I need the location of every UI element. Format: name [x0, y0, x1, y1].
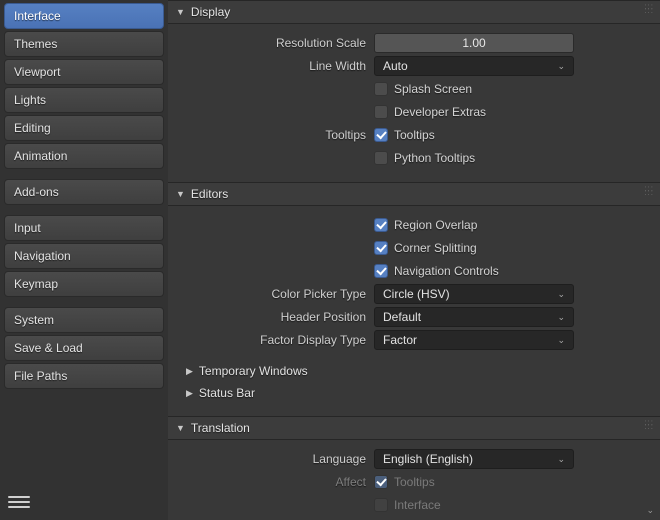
- subpanel-status-bar[interactable]: ▶ Status Bar: [178, 382, 650, 404]
- developer-extras-checkbox[interactable]: [374, 105, 388, 119]
- color-picker-select[interactable]: Circle (HSV) ⌄: [374, 284, 574, 304]
- scroll-down-icon[interactable]: ⌄: [646, 505, 654, 516]
- panel-body-translation: Language English (English) ⌄ Affect Toolt…: [168, 440, 660, 520]
- language-label: Language: [178, 452, 374, 466]
- resolution-scale-label: Resolution Scale: [178, 36, 374, 50]
- subpanel-title: Temporary Windows: [199, 364, 308, 378]
- subpanel-temporary-windows[interactable]: ▶ Temporary Windows: [178, 360, 650, 382]
- panel-title: Editors: [191, 187, 228, 201]
- panel-body-display: Resolution Scale 1.00 Line Width Auto ⌄ S…: [168, 24, 660, 182]
- region-overlap-checkbox[interactable]: [374, 218, 388, 232]
- line-width-select[interactable]: Auto ⌄: [374, 56, 574, 76]
- panel-drag-grip-icon[interactable]: ::::::: [644, 5, 654, 13]
- preferences-main: ▼ Display :::::: Resolution Scale 1.00 L…: [168, 0, 660, 520]
- language-select[interactable]: English (English) ⌄: [374, 449, 574, 469]
- line-width-value: Auto: [383, 59, 408, 73]
- chevron-down-icon: ⌄: [557, 312, 565, 323]
- corner-splitting-checkbox[interactable]: [374, 241, 388, 255]
- sidebar-item-keymap[interactable]: Keymap: [4, 271, 164, 297]
- disclosure-right-icon: ▶: [186, 388, 193, 399]
- panel-title: Display: [191, 5, 230, 19]
- color-picker-label: Color Picker Type: [178, 287, 374, 301]
- header-position-value: Default: [383, 310, 421, 324]
- sidebar-item-file-paths[interactable]: File Paths: [4, 363, 164, 389]
- chevron-down-icon: ⌄: [557, 335, 565, 346]
- tooltips-checkbox[interactable]: [374, 128, 388, 142]
- sidebar-item-addons[interactable]: Add-ons: [4, 179, 164, 205]
- chevron-down-icon: ⌄: [557, 61, 565, 72]
- corner-splitting-label: Corner Splitting: [394, 241, 477, 255]
- language-value: English (English): [383, 452, 473, 466]
- navigation-controls-checkbox[interactable]: [374, 264, 388, 278]
- factor-display-value: Factor: [383, 333, 417, 347]
- tooltips-row-label: Tooltips: [178, 128, 374, 142]
- panel-title: Translation: [191, 421, 250, 435]
- splash-screen-checkbox[interactable]: [374, 82, 388, 96]
- subpanel-title: Status Bar: [199, 386, 255, 400]
- disclosure-right-icon: ▶: [186, 366, 193, 377]
- region-overlap-label: Region Overlap: [394, 218, 477, 232]
- panel-body-editors: Region Overlap Corner Splitting Navigati…: [168, 206, 660, 416]
- panel-header-translation[interactable]: ▼ Translation ::::::: [168, 416, 660, 440]
- sidebar-item-system[interactable]: System: [4, 307, 164, 333]
- disclosure-down-icon: ▼: [176, 7, 185, 17]
- navigation-controls-label: Navigation Controls: [394, 264, 499, 278]
- sidebar-item-interface[interactable]: Interface: [4, 3, 164, 29]
- affect-tooltips-checkbox: [374, 475, 388, 489]
- panel-drag-grip-icon[interactable]: ::::::: [644, 421, 654, 429]
- sidebar-item-navigation[interactable]: Navigation: [4, 243, 164, 269]
- color-picker-value: Circle (HSV): [383, 287, 450, 301]
- sidebar-item-lights[interactable]: Lights: [4, 87, 164, 113]
- disclosure-down-icon: ▼: [176, 189, 185, 199]
- factor-display-select[interactable]: Factor ⌄: [374, 330, 574, 350]
- tooltips-label: Tooltips: [394, 128, 435, 142]
- developer-extras-label: Developer Extras: [394, 105, 486, 119]
- preferences-sidebar: Interface Themes Viewport Lights Editing…: [0, 0, 168, 520]
- disclosure-down-icon: ▼: [176, 423, 185, 433]
- header-position-label: Header Position: [178, 310, 374, 324]
- panel-header-editors[interactable]: ▼ Editors ::::::: [168, 182, 660, 206]
- affect-label: Affect: [178, 475, 374, 489]
- affect-interface-label: Interface: [394, 498, 441, 512]
- sidebar-item-editing[interactable]: Editing: [4, 115, 164, 141]
- resolution-scale-field[interactable]: 1.00: [374, 33, 574, 53]
- panel-header-display[interactable]: ▼ Display ::::::: [168, 0, 660, 24]
- header-position-select[interactable]: Default ⌄: [374, 307, 574, 327]
- chevron-down-icon: ⌄: [557, 454, 565, 465]
- splash-screen-label: Splash Screen: [394, 82, 472, 96]
- line-width-label: Line Width: [178, 59, 374, 73]
- affect-interface-checkbox: [374, 498, 388, 512]
- sidebar-item-viewport[interactable]: Viewport: [4, 59, 164, 85]
- hamburger-icon[interactable]: [8, 491, 30, 513]
- python-tooltips-label: Python Tooltips: [394, 151, 475, 165]
- sidebar-item-save-load[interactable]: Save & Load: [4, 335, 164, 361]
- affect-tooltips-label: Tooltips: [394, 475, 435, 489]
- panel-drag-grip-icon[interactable]: ::::::: [644, 187, 654, 195]
- sidebar-item-input[interactable]: Input: [4, 215, 164, 241]
- factor-display-label: Factor Display Type: [178, 333, 374, 347]
- chevron-down-icon: ⌄: [557, 289, 565, 300]
- python-tooltips-checkbox[interactable]: [374, 151, 388, 165]
- sidebar-item-themes[interactable]: Themes: [4, 31, 164, 57]
- sidebar-item-animation[interactable]: Animation: [4, 143, 164, 169]
